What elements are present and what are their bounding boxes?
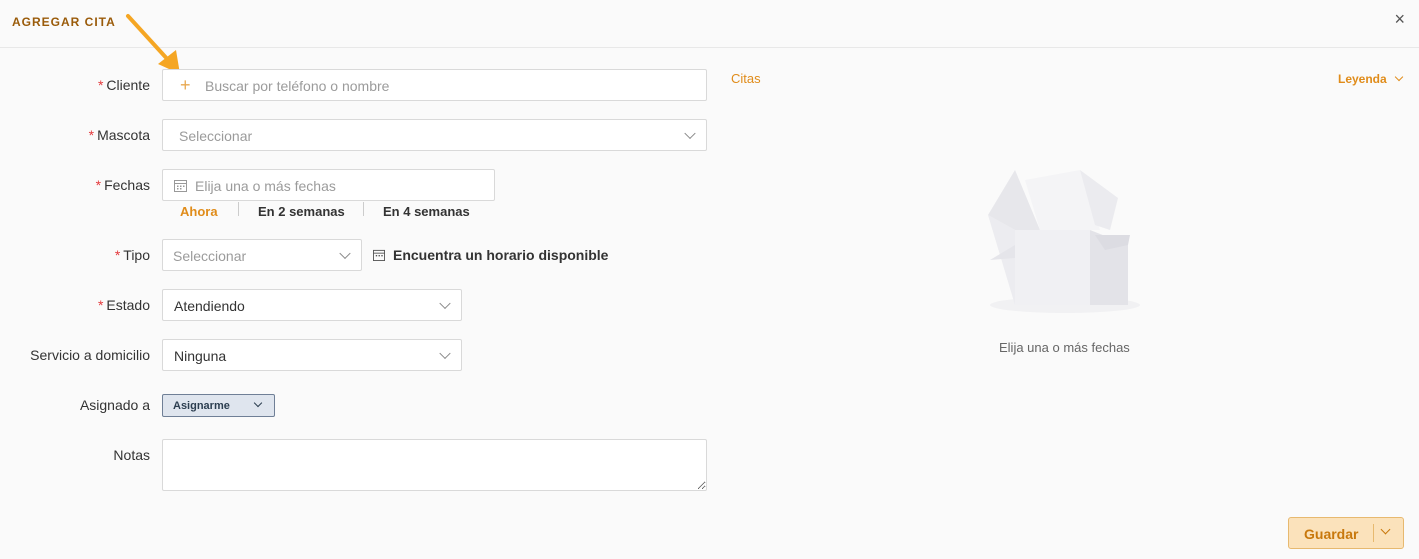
chevron-down-icon	[439, 297, 451, 310]
chevron-down-icon[interactable]	[1380, 524, 1391, 535]
quick-date-2-weeks[interactable]: En 2 semanas	[258, 204, 345, 219]
divider	[238, 202, 239, 216]
empty-box-icon	[988, 170, 1140, 313]
close-icon[interactable]: ×	[1394, 9, 1405, 30]
save-button[interactable]: Guardar	[1288, 517, 1404, 549]
quick-date-4-weeks[interactable]: En 4 semanas	[383, 204, 470, 219]
notas-textarea[interactable]	[162, 439, 707, 491]
calendar-icon	[174, 180, 187, 192]
estado-select[interactable]: Atendiendo	[162, 289, 462, 321]
dialog-title: AGREGAR CITA	[12, 15, 116, 29]
notas-label: Notas	[113, 447, 150, 463]
servicio-domicilio-label: Servicio a domicilio	[30, 347, 150, 363]
chevron-down-icon	[439, 347, 451, 360]
quick-date-now[interactable]: Ahora	[180, 204, 218, 219]
chevron-down-icon	[339, 247, 351, 260]
fechas-label: * Fechas	[95, 177, 150, 193]
servicio-domicilio-select[interactable]: Ninguna	[162, 339, 462, 371]
empty-state-text: Elija una o más fechas	[999, 340, 1130, 355]
citas-link[interactable]: Citas	[731, 71, 761, 86]
chevron-down-icon	[253, 398, 263, 408]
chevron-down-icon	[1394, 72, 1404, 82]
divider	[363, 202, 364, 216]
find-available-slot-link[interactable]: Encuentra un horario disponible	[373, 247, 608, 263]
asignado-dropdown-button[interactable]: Asignarme	[162, 394, 275, 417]
chevron-down-icon	[684, 127, 696, 140]
fechas-date-picker[interactable]: Elija una o más fechas	[162, 169, 495, 201]
divider	[1373, 524, 1374, 542]
mascota-select[interactable]: Seleccionar	[162, 119, 707, 151]
calendar-icon	[373, 249, 385, 261]
add-appointment-dialog: AGREGAR CITA × * Cliente + Buscar por tel…	[0, 0, 1419, 559]
tipo-label: * Tipo	[114, 247, 150, 263]
mascota-label: * Mascota	[88, 127, 150, 143]
estado-label: * Estado	[97, 297, 150, 313]
tipo-select[interactable]: Seleccionar	[162, 239, 362, 271]
cliente-search-input[interactable]: + Buscar por teléfono o nombre	[162, 69, 707, 101]
dialog-header: AGREGAR CITA ×	[0, 0, 1419, 48]
legend-dropdown[interactable]: Leyenda	[1338, 72, 1404, 86]
asignado-label: Asignado a	[79, 397, 150, 413]
plus-icon: +	[180, 75, 191, 95]
cliente-label: * Cliente	[97, 77, 150, 93]
